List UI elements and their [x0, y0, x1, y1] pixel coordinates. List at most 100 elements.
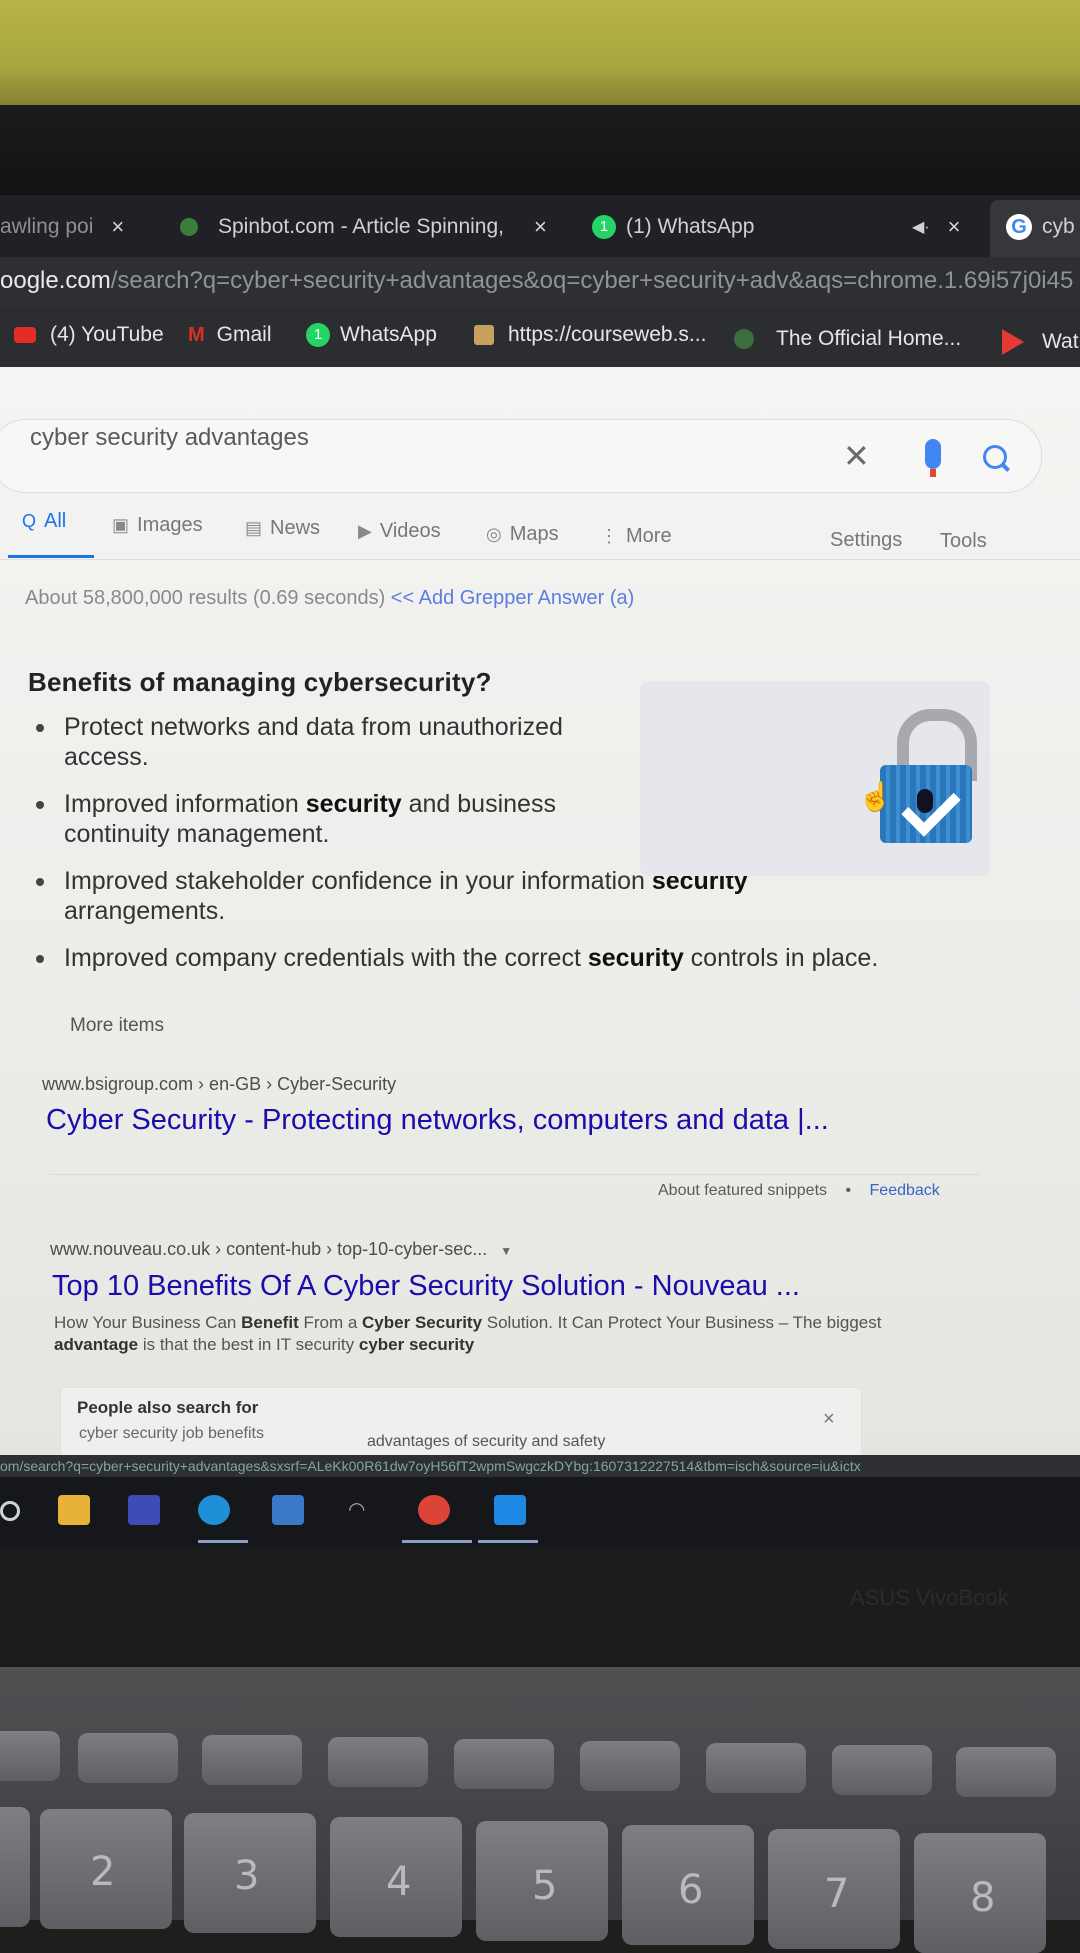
tab-label: (1) WhatsApp — [626, 215, 755, 238]
list-item: Improved information security and busine… — [30, 789, 624, 849]
keyboard: 2 3 4 5 6 7 8 — [0, 1667, 1080, 1953]
edge-icon[interactable] — [198, 1495, 230, 1525]
cite-text: www.nouveau.co.uk › content-hub › top-10… — [50, 1239, 488, 1259]
key — [202, 1735, 302, 1785]
tab-label: Videos — [379, 520, 441, 542]
tools-link[interactable]: Tools — [940, 530, 987, 553]
result-citation: www.bsigroup.com › en-GB › Cyber-Securit… — [42, 1074, 397, 1094]
about-snippets-link[interactable]: About featured snippets — [658, 1182, 827, 1199]
bookmark-official-home[interactable]: The Official Home... — [734, 327, 961, 351]
url-text[interactable]: oogle.com/search?q=cyber+security+advant… — [0, 267, 1073, 295]
key-7: 7 — [768, 1829, 900, 1949]
tab-maps[interactable]: ◎ Maps — [486, 523, 559, 546]
snippet-bold: Benefit — [241, 1313, 299, 1332]
key-label: 8 — [970, 1875, 996, 1921]
vscode-icon[interactable] — [494, 1495, 526, 1525]
bookmark-label: (4) YouTube — [50, 323, 164, 346]
brand-logo: ASUS VivoBook — [850, 1585, 1009, 1610]
key-label: 7 — [824, 1871, 850, 1917]
active-tab-indicator — [8, 555, 94, 558]
tab-google-search[interactable]: G cyb — [1006, 207, 1075, 247]
result-citation: www.nouveau.co.uk › content-hub › top-10… — [50, 1239, 512, 1260]
wall-background — [0, 0, 1080, 110]
tab-label: awling poi — [0, 215, 94, 238]
screen-bezel — [0, 105, 1080, 200]
bullet-text: Improved stakeholder confidence in your … — [64, 867, 652, 895]
result-stats: About 58,800,000 results (0.69 seconds) … — [25, 587, 634, 610]
bookmark-courseweb[interactable]: https://courseweb.s... — [474, 323, 706, 347]
close-icon[interactable]: × — [111, 214, 124, 240]
media-player-icon[interactable] — [128, 1495, 160, 1525]
tab-label: Images — [137, 514, 203, 536]
clear-search-icon[interactable]: ✕ — [843, 437, 870, 475]
address-bar[interactable]: oogle.com/search?q=cyber+security+advant… — [0, 257, 1080, 307]
bullet-text: arrangements. — [64, 897, 226, 925]
tab-images[interactable]: ▣ Images — [112, 514, 203, 537]
tab-whatsapp[interactable]: 1 (1) WhatsApp — [592, 207, 754, 247]
close-icon[interactable]: × — [534, 214, 547, 240]
featured-image-card[interactable] — [640, 681, 990, 876]
bookmark-gmail[interactable]: M Gmail — [188, 323, 272, 347]
bullet-text: Improved information — [64, 790, 306, 818]
related-search-chip[interactable]: cyber security job benefits — [79, 1425, 264, 1443]
close-icon[interactable]: × — [948, 214, 961, 240]
microphone-icon[interactable] — [925, 439, 941, 469]
bullet-bold: security — [305, 790, 402, 818]
feedback-link[interactable]: Feedback — [870, 1182, 940, 1199]
running-indicator — [478, 1540, 538, 1543]
tab-audio-controls[interactable]: ◀· × — [912, 207, 961, 247]
key-label: 5 — [532, 1863, 558, 1909]
bookmark-label: https://courseweb.s... — [508, 323, 707, 346]
list-item: Improved company credentials with the co… — [30, 943, 964, 973]
key — [0, 1807, 30, 1927]
speaker-muted-icon[interactable]: ◀· — [912, 217, 930, 237]
map-pin-icon: ◎ — [486, 524, 502, 544]
separator-dot: • — [845, 1182, 852, 1199]
tab-label: More — [626, 525, 672, 547]
mail-icon[interactable] — [272, 1495, 304, 1525]
bookmark-label: The Official Home... — [776, 327, 962, 350]
bookmark-wat[interactable]: Wat — [1002, 329, 1079, 355]
snippet-divider — [50, 1174, 980, 1175]
tab-crawling[interactable]: awling poi × — [0, 207, 124, 247]
tab-more[interactable]: ⋮ More — [600, 525, 672, 548]
more-vert-icon: ⋮ — [600, 526, 618, 546]
search-icon: Q — [22, 511, 37, 531]
result-title-link[interactable]: Cyber Security - Protecting networks, co… — [46, 1104, 829, 1137]
file-explorer-icon[interactable] — [58, 1495, 90, 1525]
whatsapp-icon: 1 — [306, 323, 330, 347]
wifi-icon[interactable]: ◠ — [348, 1497, 374, 1527]
settings-link[interactable]: Settings — [830, 529, 902, 552]
spinbot-favicon-icon — [180, 218, 198, 236]
bookmark-whatsapp[interactable]: 1 WhatsApp — [306, 323, 437, 347]
more-items-link[interactable]: More items — [70, 1015, 164, 1037]
cortana-icon[interactable] — [0, 1501, 20, 1521]
key-3: 3 — [184, 1813, 316, 1933]
key — [0, 1731, 60, 1781]
result-title-link[interactable]: Top 10 Benefits Of A Cyber Security Solu… — [52, 1270, 800, 1303]
grepper-link[interactable]: << Add Grepper Answer (a) — [391, 587, 634, 609]
snippet-text: is that the best in IT security — [138, 1335, 359, 1354]
bullet-text: Protect networks and data from unauthori… — [64, 713, 563, 771]
tab-all[interactable]: Q All — [22, 510, 66, 533]
featured-snippet-title: Benefits of managing cybersecurity? — [28, 667, 492, 697]
bullet-text: Improved company credentials with the co… — [64, 944, 588, 972]
bullet-text: controls in place. — [683, 944, 879, 972]
tab-spinbot[interactable]: Spinbot.com - Article Spinning, × — [180, 207, 547, 247]
close-icon[interactable]: × — [823, 1408, 835, 1431]
related-search-chip[interactable]: advantages of security and safety — [367, 1433, 605, 1451]
play-icon — [1002, 329, 1024, 355]
tab-videos[interactable]: ▶ Videos — [358, 520, 441, 543]
url-host: oogle.com — [0, 267, 111, 294]
tab-news[interactable]: ▤ News — [245, 517, 320, 540]
bookmark-label: Gmail — [216, 323, 272, 346]
key — [956, 1747, 1056, 1797]
search-input[interactable]: cyber security advantages — [30, 424, 309, 452]
key-5: 5 — [476, 1821, 608, 1941]
bookmark-youtube[interactable]: (4) YouTube — [14, 323, 164, 347]
chrome-icon[interactable] — [418, 1495, 450, 1525]
key-label: 6 — [678, 1867, 704, 1913]
bullet-bold: security — [587, 944, 684, 972]
chevron-down-icon[interactable]: ▼ — [500, 1244, 512, 1258]
bookmarks-bar: (4) YouTube M Gmail 1 WhatsApp https://c… — [0, 307, 1080, 367]
